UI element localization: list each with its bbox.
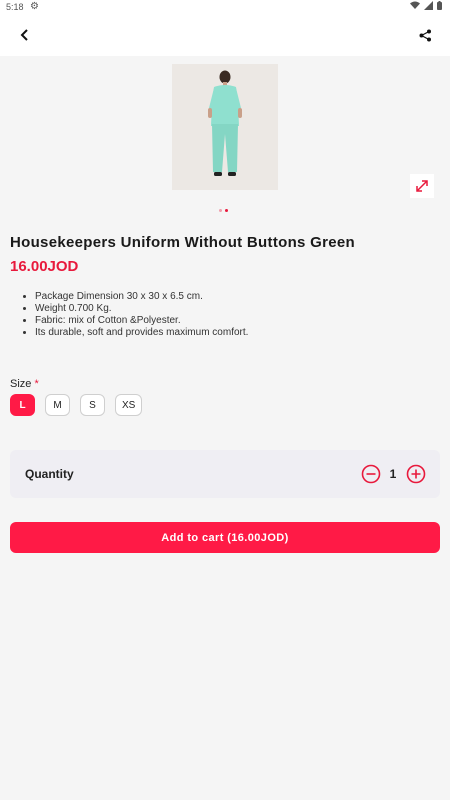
share-icon [419,29,431,41]
feature-item: Fabric: mix of Cotton &Polyester. [35,315,248,327]
uniform-figure-illustration [172,64,278,190]
size-option-s[interactable]: S [80,394,105,416]
status-time: 5:18 [6,2,24,12]
size-option-xs[interactable]: XS [115,394,143,416]
product-price: 16.00JOD [10,258,79,275]
zoom-button[interactable] [410,174,434,198]
status-bar: 5:18 ⚙ [0,0,450,14]
feature-item: Package Dimension 30 x 30 x 6.5 cm. [35,291,248,303]
product-image[interactable] [172,64,278,190]
app-bar [0,14,450,56]
expand-icon [416,180,428,192]
quantity-decrease-button[interactable] [361,464,381,484]
chevron-left-icon [20,29,28,41]
quantity-card: Quantity 1 [10,450,440,498]
status-icons [410,1,442,10]
signal-icon [424,1,433,10]
product-features-list: Package Dimension 30 x 30 x 6.5 cm. Weig… [35,291,248,339]
gallery-pagination [219,209,228,212]
feature-item: Its durable, soft and provides maximum c… [35,327,248,339]
quantity-value: 1 [389,467,397,481]
minus-circle-icon [361,464,381,484]
size-label-text: Size [10,378,32,390]
back-button[interactable] [14,24,36,46]
size-selector: L M S XS [10,394,143,416]
add-to-cart-button[interactable]: Add to cart (16.00JOD) [10,522,440,553]
product-title: Housekeepers Uniform Without Buttons Gre… [10,234,355,251]
feature-item: Weight 0.700 Kg. [35,303,248,315]
size-label: Size * [10,378,39,390]
size-option-l[interactable]: L [10,394,35,416]
required-mark: * [34,378,39,390]
plus-circle-icon [406,464,426,484]
pagination-dot[interactable] [219,209,222,212]
size-option-m[interactable]: M [45,394,70,416]
quantity-increase-button[interactable] [406,464,426,484]
settings-gear-icon: ⚙ [30,1,39,12]
pagination-dot-active[interactable] [225,209,228,212]
quantity-label: Quantity [25,467,74,481]
battery-icon [437,1,442,10]
wifi-icon [410,1,420,9]
share-button[interactable] [414,24,436,46]
